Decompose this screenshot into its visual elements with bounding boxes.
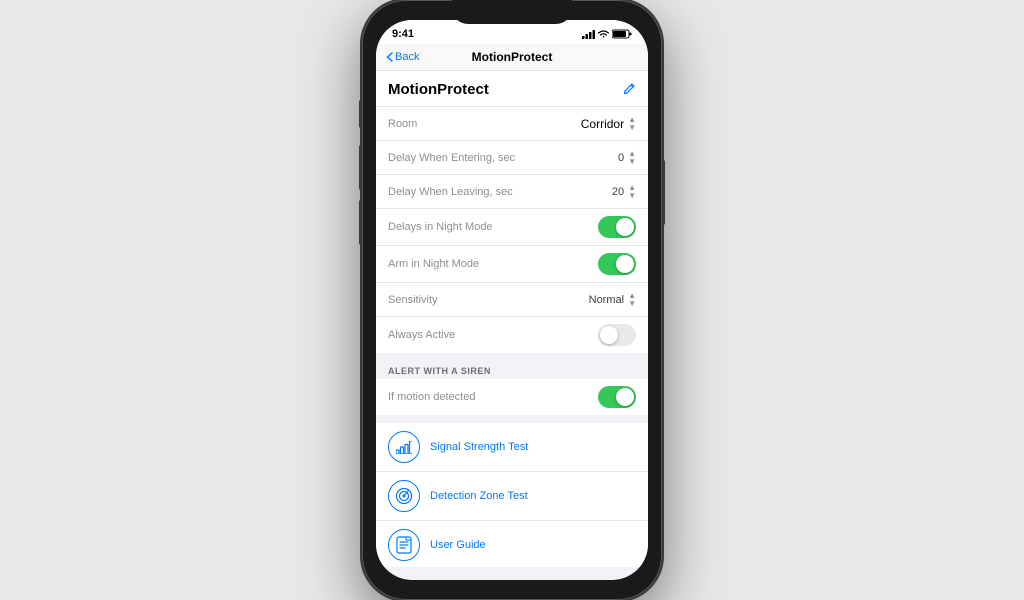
radar-icon	[395, 487, 413, 505]
user-guide-row[interactable]: User Guide	[376, 521, 648, 567]
document-icon	[396, 536, 412, 554]
arm-night-mode-label: Arm in Night Mode	[388, 258, 479, 270]
delay-entering-label: Delay When Entering, sec	[388, 152, 515, 164]
device-name: MotionProtect	[388, 81, 489, 98]
wifi-icon	[598, 30, 609, 39]
delays-night-mode-label: Delays in Night Mode	[388, 221, 493, 233]
status-bar: 9:41	[376, 20, 648, 44]
always-active-row[interactable]: Always Active	[376, 317, 648, 353]
edit-icon[interactable]	[623, 82, 636, 98]
mute-button[interactable]	[359, 100, 362, 128]
screen: 9:41	[376, 20, 648, 580]
alert-section: Alert With A Siren If motion detected	[376, 361, 648, 415]
delay-leaving-stepper[interactable]: ▲ ▼	[628, 184, 636, 200]
signal-strength-label: Signal Strength Test	[430, 441, 528, 453]
user-guide-icon	[388, 529, 420, 561]
delay-leaving-value: 20 ▲ ▼	[612, 184, 636, 200]
delays-night-mode-toggle[interactable]	[598, 216, 636, 238]
device-header-section: MotionProtect Room Corridor	[376, 71, 648, 353]
sensitivity-picker-arrows: ▲ ▼	[628, 292, 636, 308]
alert-section-header: Alert With A Siren	[376, 361, 648, 379]
if-motion-detected-row[interactable]: If motion detected	[376, 379, 648, 415]
room-row[interactable]: Room Corridor ▲ ▼	[376, 107, 648, 141]
sensitivity-row[interactable]: Sensitivity Normal ▲ ▼	[376, 283, 648, 317]
sensitivity-label: Sensitivity	[388, 294, 438, 306]
arm-night-mode-toggle[interactable]	[598, 253, 636, 275]
battery-icon	[612, 29, 632, 39]
arm-night-mode-row[interactable]: Arm in Night Mode	[376, 246, 648, 283]
room-label: Room	[388, 118, 417, 130]
status-time: 9:41	[392, 28, 414, 40]
detection-zone-label: Detection Zone Test	[430, 490, 528, 502]
back-chevron-icon	[386, 52, 393, 62]
signal-strength-icon	[388, 431, 420, 463]
delays-night-mode-row[interactable]: Delays in Night Mode	[376, 209, 648, 246]
sensitivity-value: Normal ▲ ▼	[589, 292, 636, 308]
alert-section-rows: If motion detected	[376, 379, 648, 415]
action-section: Signal Strength Test Detection Zone Test	[376, 423, 648, 567]
if-motion-detected-label: If motion detected	[388, 391, 475, 403]
detection-zone-icon	[388, 480, 420, 512]
signal-strength-test-row[interactable]: Signal Strength Test	[376, 423, 648, 472]
room-value: Corridor ▲ ▼	[581, 116, 636, 132]
delay-entering-row[interactable]: Delay When Entering, sec 0 ▲ ▼	[376, 141, 648, 175]
if-motion-detected-toggle[interactable]	[598, 386, 636, 408]
power-button[interactable]	[662, 160, 665, 225]
room-picker-arrows: ▲ ▼	[628, 116, 636, 132]
signal-bars-icon	[396, 441, 412, 454]
detection-zone-test-row[interactable]: Detection Zone Test	[376, 472, 648, 521]
nav-title: MotionProtect	[472, 50, 553, 64]
delay-entering-value: 0 ▲ ▼	[618, 150, 636, 166]
always-active-toggle[interactable]	[598, 324, 636, 346]
delay-leaving-row[interactable]: Delay When Leaving, sec 20 ▲ ▼	[376, 175, 648, 209]
nav-bar: Back MotionProtect	[376, 44, 648, 71]
back-label: Back	[395, 51, 419, 63]
signal-icon	[582, 30, 595, 39]
device-header: MotionProtect	[376, 71, 648, 107]
always-active-label: Always Active	[388, 329, 455, 341]
back-button[interactable]: Back	[386, 51, 419, 63]
volume-down-button[interactable]	[359, 200, 362, 245]
volume-up-button[interactable]	[359, 145, 362, 190]
delay-leaving-label: Delay When Leaving, sec	[388, 186, 513, 198]
delay-entering-stepper[interactable]: ▲ ▼	[628, 150, 636, 166]
content-area: MotionProtect Room Corridor	[376, 71, 648, 567]
status-icons	[582, 29, 632, 39]
user-guide-label: User Guide	[430, 539, 486, 551]
pencil-icon	[623, 82, 636, 95]
phone-frame: 9:41	[362, 0, 662, 600]
